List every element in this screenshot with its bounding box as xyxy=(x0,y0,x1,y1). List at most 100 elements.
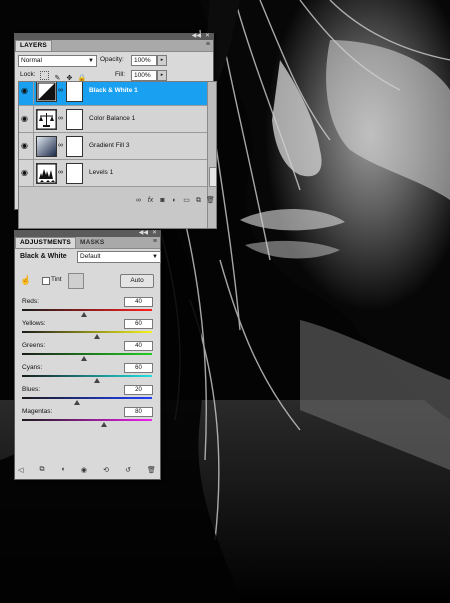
delete-layer-trash-icon[interactable]: 🗑 xyxy=(206,196,215,205)
slider-handle[interactable] xyxy=(100,422,107,427)
slider-blues: Blues: 20 xyxy=(20,385,153,407)
expand-view-icon[interactable]: ⧉ xyxy=(39,466,44,474)
slider-magentas: Magentas: 80 xyxy=(20,407,153,429)
eye-visibility-icon[interactable]: ◉ xyxy=(21,169,30,177)
eye-visibility-icon[interactable]: ◉ xyxy=(21,142,30,150)
adjustments-tabbar: ADJUSTMENTS MASKS ≡ xyxy=(15,237,160,249)
layers-bottom-toolbar: ∞ fx ◙ ◐ ▭ ⧉ 🗑 xyxy=(18,195,215,206)
slider-handle[interactable] xyxy=(81,312,88,317)
layers-panel: ◀◀ ✕ LAYERS ≡ Normal ▼ Opacity: 100% ▸ L… xyxy=(14,33,217,229)
blues-value-field[interactable]: 20 xyxy=(124,385,153,395)
slider-handle[interactable] xyxy=(73,400,80,405)
yellows-track[interactable] xyxy=(22,331,152,333)
layer-name: Levels 1 xyxy=(89,169,114,176)
chevron-down-icon: ▼ xyxy=(152,254,158,260)
layer-mask-thumbnail[interactable] xyxy=(66,136,83,157)
link-chain-icon[interactable]: ∞ xyxy=(58,142,63,149)
layer-list: ◉ ∞ Black & White 1 ◉ ∞ Color Balance 1 xyxy=(18,81,217,229)
new-layer-icon[interactable]: ⧉ xyxy=(194,196,203,205)
layer-style-fx-icon[interactable]: fx xyxy=(146,196,155,205)
reset-icon[interactable]: ↺ xyxy=(125,466,131,474)
lock-label: Lock: xyxy=(20,71,36,78)
fill-label: Fill: xyxy=(115,71,126,78)
adjustment-title: Black & White xyxy=(20,253,67,260)
preset-select[interactable]: Default ▼ xyxy=(77,251,161,263)
cyans-track[interactable] xyxy=(22,375,152,377)
close-icon[interactable]: ✕ xyxy=(205,33,210,40)
new-group-folder-icon[interactable]: ▭ xyxy=(182,196,191,205)
link-chain-icon[interactable]: ∞ xyxy=(58,87,63,94)
panel-menu-icon[interactable]: ≡ xyxy=(206,41,210,48)
reds-track[interactable] xyxy=(22,309,152,311)
tint-checkbox[interactable] xyxy=(42,277,50,285)
cyans-value-field[interactable]: 60 xyxy=(124,363,153,373)
opacity-arrow-button[interactable]: ▸ xyxy=(157,55,167,66)
greens-value-field[interactable]: 40 xyxy=(124,341,153,351)
targeted-adjustment-hand-icon[interactable]: ☝ xyxy=(20,275,31,286)
layers-tabbar: LAYERS ≡ xyxy=(15,40,213,52)
black-white-adjustment-icon xyxy=(36,82,57,102)
link-chain-icon[interactable]: ∞ xyxy=(58,169,63,176)
blend-row: Normal ▼ Opacity: 100% ▸ xyxy=(18,54,210,67)
tab-layers[interactable]: LAYERS xyxy=(15,40,52,51)
eye-visibility-icon[interactable]: ◉ xyxy=(21,87,30,95)
auto-button[interactable]: Auto xyxy=(120,274,154,288)
new-adjustment-layer-icon[interactable]: ◐ xyxy=(170,196,179,205)
tab-masks[interactable]: MASKS xyxy=(76,238,108,248)
fill-field[interactable]: 100% xyxy=(131,70,157,81)
clip-to-layer-icon[interactable]: ◖ xyxy=(61,466,65,473)
levels-adjustment-icon xyxy=(36,163,57,184)
magentas-track[interactable] xyxy=(22,419,152,421)
layer-name: Gradient Fill 3 xyxy=(89,142,130,149)
delete-adjustment-trash-icon[interactable]: 🗑 xyxy=(147,466,156,474)
layer-mask-thumbnail[interactable] xyxy=(66,109,83,130)
slider-handle[interactable] xyxy=(81,356,88,361)
blues-track[interactable] xyxy=(22,397,152,399)
tint-color-swatch[interactable] xyxy=(68,273,84,289)
layer-row-levels[interactable]: ◉ ∞ Levels 1 xyxy=(19,160,216,187)
layer-mask-thumbnail[interactable] xyxy=(66,163,83,184)
opacity-field[interactable]: 100% xyxy=(131,55,157,66)
yellows-value-field[interactable]: 60 xyxy=(124,319,153,329)
layer-row-black-white[interactable]: ◉ ∞ Black & White 1 xyxy=(19,82,216,106)
scrollbar-thumb[interactable] xyxy=(209,167,216,187)
view-previous-state-icon[interactable]: ⟲ xyxy=(103,466,109,474)
link-chain-icon[interactable]: ∞ xyxy=(58,115,63,122)
panel-menu-icon[interactable]: ≡ xyxy=(153,238,157,245)
slider-cyans: Cyans: 60 xyxy=(20,363,153,385)
reds-value-field[interactable]: 40 xyxy=(124,297,153,307)
tint-row: ☝ Tint Auto xyxy=(20,273,154,289)
greens-track[interactable] xyxy=(22,353,152,355)
lock-transparent-icon[interactable] xyxy=(40,71,49,80)
collapse-icon[interactable]: ◀◀ xyxy=(192,33,201,40)
back-arrow-icon[interactable]: ◁ xyxy=(18,466,23,474)
slider-reds: Reds: 40 xyxy=(20,297,153,319)
close-icon[interactable]: ✕ xyxy=(152,230,157,237)
slider-greens: Greens: 40 xyxy=(20,341,153,363)
adjustment-header: Black & White Default ▼ xyxy=(18,251,161,263)
eye-visibility-icon[interactable]: ◉ xyxy=(21,115,30,123)
tab-adjustments[interactable]: ADJUSTMENTS xyxy=(15,237,76,248)
layer-row-color-balance[interactable]: ◉ ∞ Color Balance 1 xyxy=(19,106,216,133)
blend-mode-select[interactable]: Normal ▼ xyxy=(18,55,97,67)
layer-row-gradient-fill[interactable]: ◉ ∞ Gradient Fill 3 xyxy=(19,133,216,160)
lock-row: Lock: ✎ ✥ 🔒 Fill: 100% ▸ xyxy=(18,69,210,82)
slider-handle[interactable] xyxy=(94,378,101,383)
chevron-down-icon: ▼ xyxy=(88,58,94,64)
tint-label: Tint xyxy=(51,276,62,283)
visibility-eye-icon[interactable]: ◉ xyxy=(81,466,87,474)
magentas-value-field[interactable]: 80 xyxy=(124,407,153,417)
layer-list-scrollbar[interactable] xyxy=(207,82,216,228)
layer-mask-thumbnail[interactable] xyxy=(66,82,83,102)
slider-yellows: Yellows: 60 xyxy=(20,319,153,341)
layer-name: Black & White 1 xyxy=(89,87,138,94)
gradient-fill-icon xyxy=(36,136,57,157)
fill-arrow-button[interactable]: ▸ xyxy=(157,70,167,81)
collapse-icon[interactable]: ◀◀ xyxy=(139,230,148,237)
slider-handle[interactable] xyxy=(94,334,101,339)
color-balance-adjustment-icon xyxy=(36,109,57,130)
link-layers-icon[interactable]: ∞ xyxy=(134,196,143,205)
adjustments-panel: ◀◀ ✕ ADJUSTMENTS MASKS ≡ Black & White D… xyxy=(14,230,161,480)
layer-name: Color Balance 1 xyxy=(89,115,136,122)
add-mask-icon[interactable]: ◙ xyxy=(158,196,167,205)
